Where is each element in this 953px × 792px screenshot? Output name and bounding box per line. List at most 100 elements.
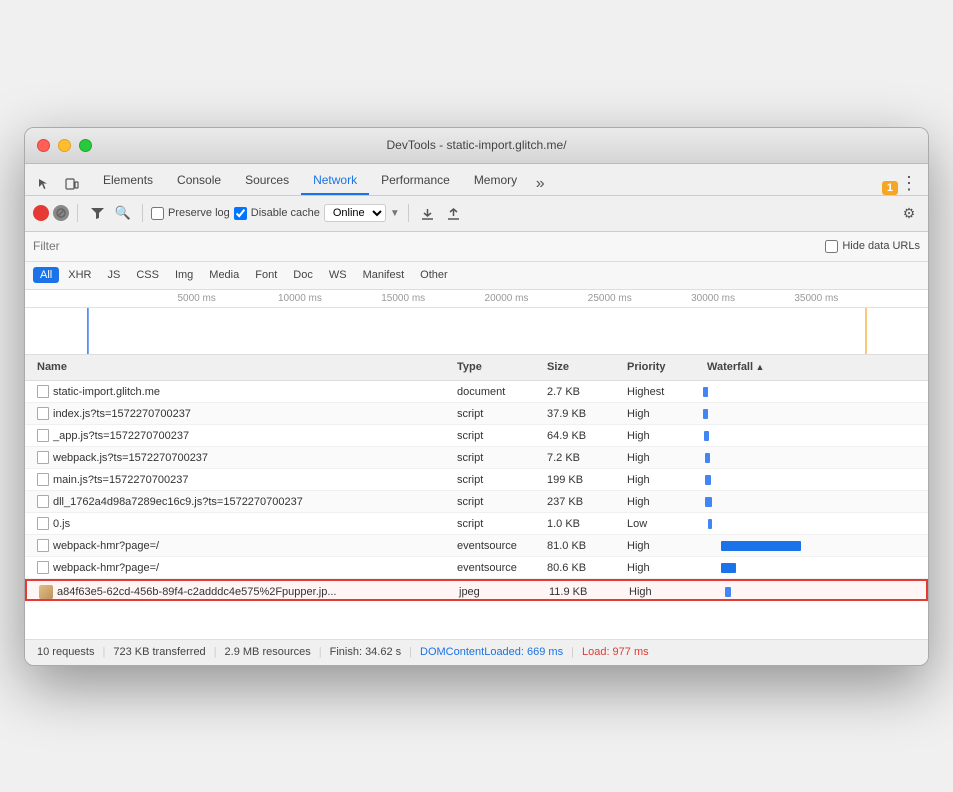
cell-priority: Highest	[623, 386, 703, 398]
filter-type-img[interactable]: Img	[168, 267, 200, 283]
th-waterfall[interactable]: Waterfall	[703, 361, 920, 373]
filter-type-other[interactable]: Other	[413, 267, 455, 283]
table-row[interactable]: 0.jsscript1.0 KBLow	[25, 513, 928, 535]
cell-name: index.js?ts=1572270700237	[33, 407, 453, 420]
cell-size: 237 KB	[543, 496, 623, 508]
cell-type: script	[453, 474, 543, 486]
record-button[interactable]	[33, 205, 49, 221]
cell-waterfall	[703, 381, 920, 403]
import-icon[interactable]	[417, 202, 439, 224]
cell-type: eventsource	[453, 540, 543, 552]
cell-priority: High	[623, 540, 703, 552]
hide-data-urls-checkbox[interactable]	[825, 240, 838, 253]
filter-type-media[interactable]: Media	[202, 267, 246, 283]
maximize-button[interactable]	[79, 139, 92, 152]
network-throttle-select[interactable]: Online	[324, 204, 386, 222]
cell-priority: High	[625, 586, 705, 598]
th-name: Name	[33, 361, 453, 373]
table-row[interactable]: static-import.glitch.medocument2.7 KBHig…	[25, 381, 928, 403]
preserve-log-checkbox[interactable]	[151, 207, 164, 220]
warning-badge: 1	[882, 181, 898, 195]
cell-type: script	[453, 408, 543, 420]
cell-type: document	[453, 386, 543, 398]
cell-waterfall	[705, 581, 918, 603]
filter-type-xhr[interactable]: XHR	[61, 267, 98, 283]
th-type: Type	[453, 361, 543, 373]
timeline-tick: 30000 ms	[661, 293, 764, 304]
cell-type: eventsource	[453, 562, 543, 574]
filter-type-all[interactable]: All	[33, 267, 59, 283]
inspector-icon[interactable]	[33, 173, 55, 195]
tab-sources[interactable]: Sources	[233, 167, 301, 195]
filter-type-css[interactable]: CSS	[129, 267, 166, 283]
timeline-area: 5000 ms10000 ms15000 ms20000 ms25000 ms3…	[25, 290, 928, 355]
table-row[interactable]: main.js?ts=1572270700237script199 KBHigh	[25, 469, 928, 491]
timeline-tick: 15000 ms	[352, 293, 455, 304]
more-tabs-button[interactable]: »	[529, 173, 551, 195]
cell-name: webpack-hmr?page=/	[33, 539, 453, 552]
cell-name: static-import.glitch.me	[33, 385, 453, 398]
tab-console[interactable]: Console	[165, 167, 233, 195]
cell-type: jpeg	[455, 586, 545, 598]
minimize-button[interactable]	[58, 139, 71, 152]
th-size: Size	[543, 361, 623, 373]
main-tab-bar: ElementsConsoleSourcesNetworkPerformance…	[25, 164, 928, 196]
cell-name: webpack-hmr?page=/	[33, 561, 453, 574]
table-row[interactable]: index.js?ts=1572270700237script37.9 KBHi…	[25, 403, 928, 425]
tab-elements[interactable]: Elements	[91, 167, 165, 195]
cell-type: script	[453, 496, 543, 508]
filter-row: Hide data URLs	[25, 232, 928, 262]
cell-priority: High	[623, 452, 703, 464]
filter-type-doc[interactable]: Doc	[286, 267, 320, 283]
search-icon[interactable]: 🔍	[112, 202, 134, 224]
cell-name: a84f63e5-62cd-456b-89f4-c2adddc4e575%2Fp…	[35, 585, 455, 599]
timeline-tick: 35000 ms	[765, 293, 868, 304]
filter-type-ws[interactable]: WS	[322, 267, 354, 283]
filter-icon[interactable]	[86, 202, 108, 224]
file-icon	[37, 473, 49, 486]
tab-performance[interactable]: Performance	[369, 167, 462, 195]
cell-priority: High	[623, 430, 703, 442]
finish-time: Finish: 34.62 s	[330, 646, 402, 658]
table-row[interactable]: _app.js?ts=1572270700237script64.9 KBHig…	[25, 425, 928, 447]
traffic-lights	[37, 139, 92, 152]
cell-size: 81.0 KB	[543, 540, 623, 552]
file-icon	[37, 429, 49, 442]
tab-network[interactable]: Network	[301, 167, 369, 195]
filter-type-manifest[interactable]: Manifest	[356, 267, 412, 283]
export-icon[interactable]	[443, 202, 465, 224]
filter-type-js[interactable]: JS	[100, 267, 127, 283]
file-icon	[37, 385, 49, 398]
timeline-tick: 5000 ms	[145, 293, 248, 304]
separator-2	[142, 204, 143, 222]
timeline-tick: 20000 ms	[455, 293, 558, 304]
th-priority: Priority	[623, 361, 703, 373]
cell-size: 80.6 KB	[543, 562, 623, 574]
clear-button[interactable]	[53, 205, 69, 221]
disable-cache-checkbox[interactable]	[234, 207, 247, 220]
file-icon	[37, 539, 49, 552]
cell-name: _app.js?ts=1572270700237	[33, 429, 453, 442]
filter-input[interactable]	[33, 239, 817, 253]
table-row[interactable]: webpack.js?ts=1572270700237script7.2 KBH…	[25, 447, 928, 469]
table-row[interactable]: webpack-hmr?page=/eventsource81.0 KBHigh	[25, 535, 928, 557]
load-time: Load: 977 ms	[582, 646, 649, 658]
timeline-tick: 25000 ms	[558, 293, 661, 304]
table-row[interactable]: a84f63e5-62cd-456b-89f4-c2adddc4e575%2Fp…	[25, 579, 928, 601]
file-icon	[37, 561, 49, 574]
cell-size: 37.9 KB	[543, 408, 623, 420]
preserve-log-label: Preserve log	[151, 207, 230, 220]
window-title: DevTools - static-import.glitch.me/	[386, 138, 566, 152]
filter-type-font[interactable]: Font	[248, 267, 284, 283]
cell-name: webpack.js?ts=1572270700237	[33, 451, 453, 464]
tab-memory[interactable]: Memory	[462, 167, 529, 195]
close-button[interactable]	[37, 139, 50, 152]
cell-waterfall	[703, 403, 920, 425]
device-toolbar-icon[interactable]	[61, 173, 83, 195]
table-row[interactable]: dll_1762a4d98a7289ec16c9.js?ts=157227070…	[25, 491, 928, 513]
table-body: static-import.glitch.medocument2.7 KBHig…	[25, 381, 928, 639]
table-row[interactable]: webpack-hmr?page=/eventsource80.6 KBHigh	[25, 557, 928, 579]
cell-waterfall	[703, 513, 920, 535]
settings-icon[interactable]: ⚙	[898, 202, 920, 224]
devtools-menu-button[interactable]: ⋮	[898, 173, 920, 195]
